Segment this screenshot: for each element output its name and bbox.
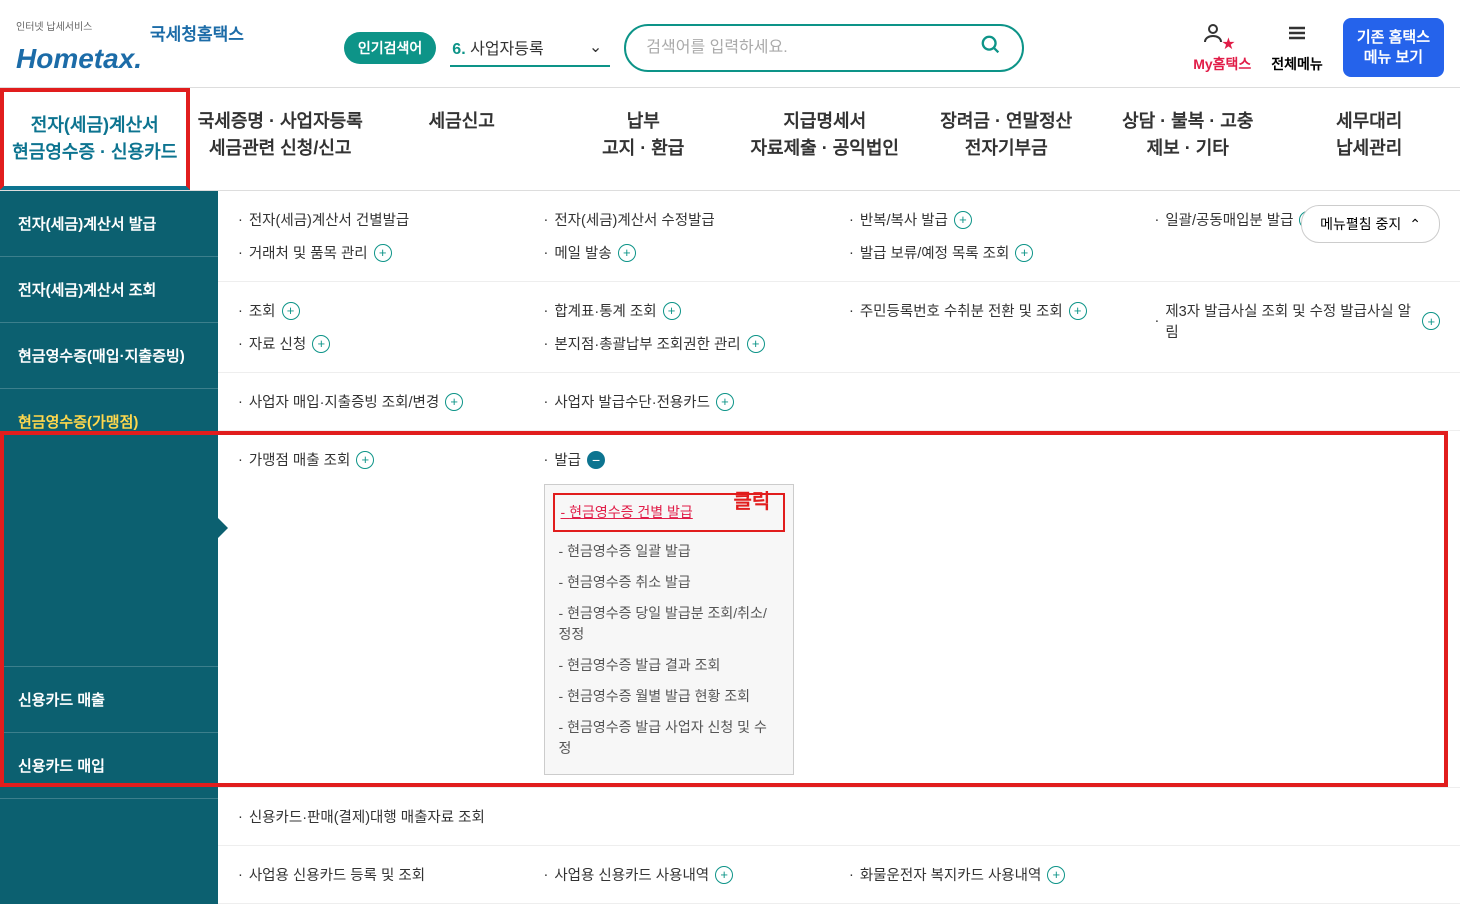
sidebar-item-card-sales[interactable]: 신용카드 매출: [0, 667, 218, 733]
dropdown-cash-today-view[interactable]: 현금영수증 당일 발급분 조회/취소/정정: [559, 598, 779, 650]
dropdown-cash-result-view[interactable]: 현금영수증 발급 결과 조회: [559, 650, 779, 681]
all-menu-label: 전체메뉴: [1271, 54, 1323, 74]
collapse-label: 메뉴펼침 중지: [1320, 214, 1401, 234]
collapse-menu-button[interactable]: 메뉴펼침 중지 ⌃: [1301, 205, 1440, 243]
mega-panel: 전자(세금)계산서 발급 전자(세금)계산서 조회 현금영수증(매입·지출증빙)…: [0, 191, 1460, 904]
plus-icon: +: [356, 451, 374, 469]
link-view[interactable]: 조회+: [238, 294, 524, 327]
chevron-down-icon: ⌄: [589, 37, 602, 57]
mega-row-card-sales: 신용카드·판매(결제)대행 매출자료 조회: [218, 788, 1460, 846]
main-nav: 전자(세금)계산서 현금영수증 · 신용카드 국세증명 · 사업자등록 세금관련…: [0, 87, 1460, 191]
link-hold-scheduled-list[interactable]: 발급 보류/예정 목록 조회+: [849, 236, 1135, 269]
logo[interactable]: 인터넷 납세서비스 Hometax. 국세청홈택스: [16, 20, 244, 75]
my-hometax-label: My홈택스: [1193, 54, 1251, 74]
old-menu-line2: 메뉴 보기: [1357, 48, 1430, 68]
mega-row-etax-view: 조회+ 자료 신청+ 합계표·통계 조회+ 본지점·총괄납부 조회권한 관리+ …: [218, 282, 1460, 373]
plus-icon: +: [618, 244, 636, 262]
plus-icon: +: [1422, 312, 1440, 330]
link-card-sales-data[interactable]: 신용카드·판매(결제)대행 매출자료 조회: [238, 800, 524, 833]
mega-row-cash-purchase: 사업자 매입·지출증빙 조회/변경+ 사업자 발급수단·전용카드+: [218, 373, 1460, 431]
link-biz-card-register[interactable]: 사업용 신용카드 등록 및 조회: [238, 858, 524, 891]
dropdown-cash-cancel-issue[interactable]: 현금영수증 취소 발급: [559, 567, 779, 598]
link-biz-purchase-view[interactable]: 사업자 매입·지출증빙 조회/변경+: [238, 385, 524, 418]
logo-main: Hometax.: [16, 43, 142, 74]
plus-icon: +: [715, 866, 733, 884]
keyword-text: 사업자등록: [470, 41, 544, 58]
plus-icon: +: [1069, 302, 1087, 320]
link-summary-stats[interactable]: 합계표·통계 조회+: [544, 294, 830, 327]
plus-icon: +: [716, 393, 734, 411]
old-menu-line1: 기존 홈택스: [1357, 28, 1430, 48]
link-repeat-copy-issue[interactable]: 반복/복사 발급+: [849, 203, 1135, 236]
link-biz-issue-method[interactable]: 사업자 발급수단·전용카드+: [544, 385, 830, 418]
header-right: ★ My홈택스 전체메뉴 기존 홈택스 메뉴 보기: [1193, 18, 1444, 77]
link-etax-single-issue[interactable]: 전자(세금)계산서 건별발급: [238, 203, 524, 236]
logo-tagline: 인터넷 납세서비스: [16, 18, 142, 33]
hamburger-icon: [1285, 21, 1309, 50]
link-ssn-convert[interactable]: 주민등록번호 수취분 전환 및 조회+: [849, 294, 1135, 327]
popular-keyword-badge: 인기검색어: [344, 32, 436, 64]
link-etax-modify-issue[interactable]: 전자(세금)계산서 수정발급: [544, 203, 830, 236]
nav-tab-etax-invoice[interactable]: 전자(세금)계산서 현금영수증 · 신용카드: [0, 88, 190, 190]
link-mail-send[interactable]: 메일 발송+: [544, 236, 830, 269]
minus-icon: −: [587, 451, 605, 469]
sidebar-item-cash-receipt-purchase[interactable]: 현금영수증(매입·지출증빙): [0, 323, 218, 389]
plus-icon: +: [954, 211, 972, 229]
plus-icon: +: [374, 244, 392, 262]
link-cargo-card-usage[interactable]: 화물운전자 복지카드 사용내역+: [849, 858, 1135, 891]
nav-tab-tax-agent[interactable]: 세무대리 납세관리: [1279, 88, 1460, 190]
sidebar-item-etax-issue[interactable]: 전자(세금)계산서 발급: [0, 191, 218, 257]
keyword-select[interactable]: 6. 사업자등록 ⌄: [450, 29, 610, 67]
nav-tab-consult[interactable]: 상담 · 불복 · 고충 제보 · 기타: [1097, 88, 1279, 190]
person-icon: ★: [1201, 21, 1244, 50]
mega-row-etax-issue: 전자(세금)계산서 건별발급 거래처 및 품목 관리+ 전자(세금)계산서 수정…: [218, 191, 1460, 282]
nav-tab-payment[interactable]: 납부 고지 · 환급: [553, 88, 735, 190]
search-input[interactable]: [646, 39, 980, 57]
mega-body: 메뉴펼침 중지 ⌃ 전자(세금)계산서 건별발급 거래처 및 품목 관리+ 전자…: [218, 191, 1460, 904]
chevron-up-icon: ⌃: [1409, 216, 1421, 233]
all-menu-button[interactable]: 전체메뉴: [1271, 21, 1323, 74]
link-vendor-item-manage[interactable]: 거래처 및 품목 관리+: [238, 236, 524, 269]
nav-tab-tax-report[interactable]: 세금신고: [371, 88, 553, 190]
search-area: 인기검색어 6. 사업자등록 ⌄: [344, 24, 1024, 72]
link-branch-auth[interactable]: 본지점·총괄납부 조회권한 관리+: [544, 327, 830, 360]
link-data-request[interactable]: 자료 신청+: [238, 327, 524, 360]
plus-icon: +: [312, 335, 330, 353]
link-third-party-issue[interactable]: 제3자 발급사실 조회 및 수정 발급사실 알림+: [1155, 294, 1441, 348]
link-issue-expand[interactable]: 발급−: [544, 443, 830, 476]
mega-row-cash-merchant: 가맹점 매출 조회+ 발급− 현금영수증 건별 발급 현금영수증 일괄 발급 현…: [218, 431, 1460, 788]
keyword-number: 6.: [452, 41, 465, 58]
nav-tab-incentive[interactable]: 장려금 · 연말정산 전자기부금: [916, 88, 1098, 190]
dropdown-cash-batch-issue[interactable]: 현금영수증 일괄 발급: [559, 536, 779, 567]
issue-dropdown-panel: 현금영수증 건별 발급 현금영수증 일괄 발급 현금영수증 취소 발급 현금영수…: [544, 484, 794, 775]
my-hometax-button[interactable]: ★ My홈택스: [1193, 21, 1251, 74]
plus-icon: +: [1015, 244, 1033, 262]
link-biz-card-usage[interactable]: 사업용 신용카드 사용내역+: [544, 858, 830, 891]
sidebar-item-cash-receipt-merchant[interactable]: 현금영수증(가맹점): [0, 389, 218, 667]
plus-icon: +: [663, 302, 681, 320]
plus-icon: +: [1047, 866, 1065, 884]
mega-sidebar: 전자(세금)계산서 발급 전자(세금)계산서 조회 현금영수증(매입·지출증빙)…: [0, 191, 218, 904]
plus-icon: +: [282, 302, 300, 320]
plus-icon: +: [445, 393, 463, 411]
sidebar-item-card-purchase[interactable]: 신용카드 매입: [0, 733, 218, 799]
mega-row-card-purchase: 사업용 신용카드 등록 및 조회 사업용 신용카드 사용내역+ 화물운전자 복지…: [218, 846, 1460, 904]
old-menu-button[interactable]: 기존 홈택스 메뉴 보기: [1343, 18, 1444, 77]
header: 인터넷 납세서비스 Hometax. 국세청홈택스 인기검색어 6. 사업자등록…: [0, 0, 1460, 87]
click-annotation: 클릭: [734, 485, 771, 514]
sidebar-item-etax-view[interactable]: 전자(세금)계산서 조회: [0, 257, 218, 323]
nav-tab-cert-register[interactable]: 국세증명 · 사업자등록 세금관련 신청/신고: [190, 88, 372, 190]
nav-tab-payment-statement[interactable]: 지급명세서 자료제출 · 공익법인: [734, 88, 916, 190]
search-box: [624, 24, 1024, 72]
dropdown-cash-biz-apply[interactable]: 현금영수증 발급 사업자 신청 및 수정: [559, 712, 779, 764]
link-merchant-sales-view[interactable]: 가맹점 매출 조회+: [238, 443, 524, 476]
dropdown-cash-monthly-view[interactable]: 현금영수증 월별 발급 현황 조회: [559, 681, 779, 712]
logo-sub: 국세청홈택스: [150, 20, 244, 45]
plus-icon: +: [747, 335, 765, 353]
search-icon[interactable]: [980, 34, 1002, 62]
